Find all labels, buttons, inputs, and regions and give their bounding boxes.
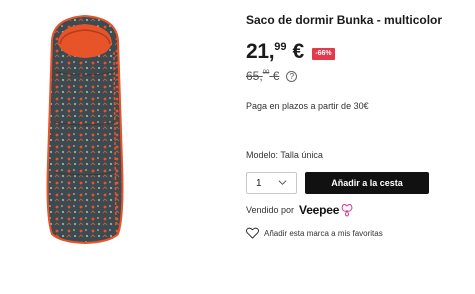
quantity-select[interactable]: 1 [246,172,297,194]
sold-by-label: Vendido por [246,205,295,215]
product-title: Saco de dormir Bunka - multicolor [246,13,443,27]
add-brand-favorite[interactable]: Añadir esta marca a mis favoritas [246,227,383,239]
old-price-integer: 65, [246,69,263,83]
price: 21, 99 € -66% [246,40,335,66]
product-image [30,12,140,244]
price-decimals: 99 [274,41,287,53]
heart-icon [246,227,259,239]
old-price-decimals: 00 [262,70,270,76]
veepee-wordmark: Veepee [299,203,340,217]
discount-badge: -66% [312,48,335,60]
product-info: Saco de dormir Bunka - multicolor 21, 99… [246,0,468,294]
old-price-row: 65, 00 € ? [246,69,298,83]
veepee-logo[interactable]: Veepee [299,203,353,217]
butterfly-icon [341,203,353,217]
quantity-value: 1 [256,177,262,189]
price-integer: 21, [246,40,275,63]
old-price-currency: € [272,69,280,83]
chevron-down-icon [278,180,287,185]
seller-info: Vendido por Veepee [246,203,353,217]
sleeping-bag-illustration [46,14,124,244]
add-to-cart-button[interactable]: Añadir a la cesta [305,172,429,194]
old-price: 65, 00 € [246,69,279,83]
model-label: Modelo: Talla única [246,150,323,160]
installments-text: Paga en plazos a partir de 30€ [246,101,369,111]
info-icon[interactable]: ? [286,70,298,82]
price-currency: € [292,40,305,63]
favorite-label: Añadir esta marca a mis favoritas [264,228,383,238]
